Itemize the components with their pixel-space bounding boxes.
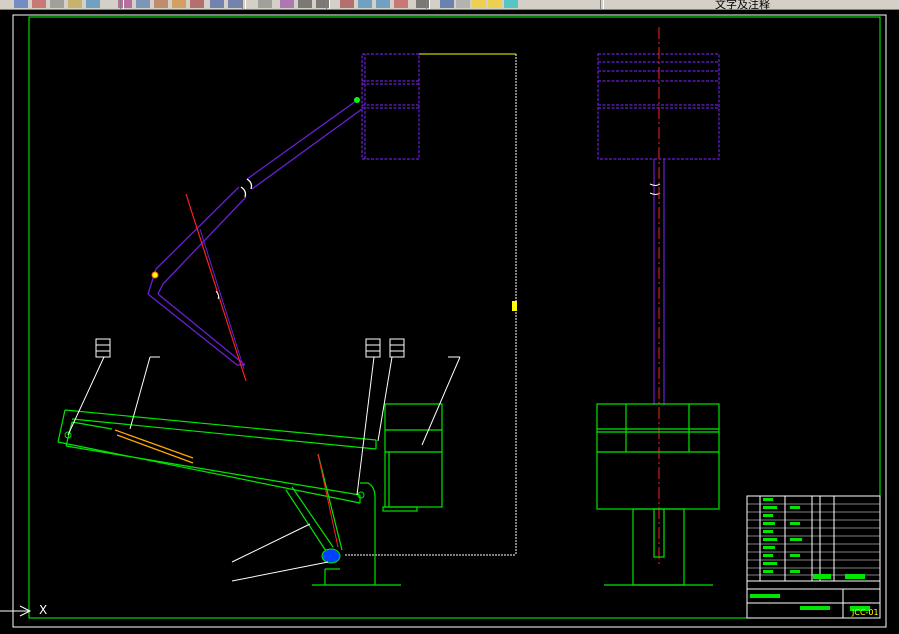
height-dimension-line: [345, 54, 517, 556]
undo-icon[interactable]: [210, 0, 224, 8]
design-center-icon[interactable]: [340, 0, 354, 8]
control-platform-front: [596, 403, 720, 510]
toolbar-separator: [600, 0, 604, 9]
work-bucket-side: [361, 53, 420, 160]
pan-icon[interactable]: [50, 0, 64, 8]
cad-drawing[interactable]: JCC-01: [0, 9, 899, 634]
dimension-text: [512, 301, 517, 311]
toolbar-separator: [326, 0, 330, 9]
paste-icon[interactable]: [154, 0, 168, 8]
lamp-icon[interactable]: [472, 0, 486, 8]
drawing-canvas[interactable]: JCC-01 X: [0, 9, 899, 634]
sun-icon[interactable]: [488, 0, 502, 8]
markup-icon[interactable]: [394, 0, 408, 8]
tool-palette-icon[interactable]: [358, 0, 372, 8]
zoom-out-icon[interactable]: [298, 0, 312, 8]
toolbar-separator: [426, 0, 430, 9]
pan-realtime-icon[interactable]: [258, 0, 272, 8]
copy-icon[interactable]: [136, 0, 150, 8]
lower-pivot: [321, 548, 341, 564]
ucs-x-label: X: [39, 603, 48, 617]
upper-boom: [147, 100, 363, 366]
leader-lines: [67, 338, 461, 582]
cylinder-centerline: [185, 193, 247, 382]
toolbar-separator: [120, 0, 124, 9]
brush-icon[interactable]: [172, 0, 186, 8]
bucket-pivot: [354, 97, 360, 103]
ucs-icon: [0, 605, 32, 617]
break-mark: [215, 290, 220, 300]
title-block-text: [750, 498, 870, 611]
redo-icon[interactable]: [228, 0, 242, 8]
layer-manager-icon[interactable]: [456, 0, 470, 8]
lower-boom: [57, 409, 377, 504]
sheet-set-icon[interactable]: [376, 0, 390, 8]
help-icon[interactable]: [440, 0, 454, 8]
lift-cylinder: [317, 453, 339, 548]
pedestal: [312, 482, 401, 586]
layer-color-icon[interactable]: [504, 0, 518, 8]
window-icon[interactable]: [14, 0, 28, 8]
upper-cylinder: [199, 228, 245, 370]
boom-pivot: [151, 271, 159, 279]
lift-arm: [285, 453, 343, 552]
zoom-in-icon[interactable]: [280, 0, 294, 8]
zoom-realtime-icon[interactable]: [32, 0, 46, 8]
lower-boom-cylinder: [114, 429, 194, 464]
drawing-number: JCC-01: [851, 608, 879, 617]
toolbar-separator: [242, 0, 246, 9]
match-icon[interactable]: [190, 0, 204, 8]
paint-icon[interactable]: [68, 0, 82, 8]
sheet-border: [12, 14, 887, 628]
properties-icon[interactable]: [86, 0, 100, 8]
